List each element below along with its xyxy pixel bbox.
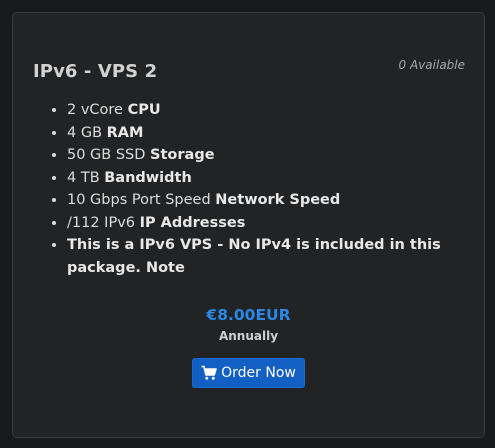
feature-value: 10 Gbps Port Speed bbox=[67, 192, 211, 208]
feature-label: IP Addresses bbox=[139, 214, 246, 231]
shopping-cart-icon bbox=[201, 365, 217, 381]
feature-label: CPU bbox=[127, 102, 161, 118]
feature-item-note: This is a IPv6 VPS - No IPv4 is included… bbox=[67, 234, 472, 279]
order-now-label: Order Now bbox=[221, 365, 296, 381]
feature-note: This is a IPv6 VPS - No IPv4 is included… bbox=[67, 237, 441, 276]
feature-value: 2 vCore bbox=[67, 102, 123, 118]
feature-value: /112 IPv6 bbox=[67, 214, 135, 231]
product-title: IPv6 - VPS 2 bbox=[33, 61, 158, 82]
feature-label: RAM bbox=[106, 124, 144, 141]
billing-cycle: Annually bbox=[218, 329, 279, 343]
feature-item: 4 GB RAM bbox=[67, 122, 472, 145]
feature-item: 4 TB Bandwidth bbox=[67, 167, 472, 190]
feature-value: 4 GB bbox=[67, 124, 103, 141]
feature-item: /112 IPv6 IP Addresses bbox=[67, 212, 472, 235]
feature-item: 50 GB SSD Storage bbox=[67, 144, 472, 167]
pricing: €8.00EUR Annually Order Now bbox=[13, 305, 484, 388]
feature-item: 2 vCore CPU bbox=[67, 99, 472, 122]
product-card: IPv6 - VPS 2 0 Available 2 vCore CPU 4 G… bbox=[12, 12, 485, 438]
feature-label: Network Speed bbox=[215, 192, 341, 208]
feature-label: Storage bbox=[150, 147, 215, 163]
availability-label: 0 Available bbox=[398, 58, 465, 72]
feature-value: 50 GB SSD bbox=[67, 147, 146, 163]
feature-value: 4 TB bbox=[67, 169, 100, 186]
price: €8.00EUR bbox=[206, 306, 291, 324]
feature-item: 10 Gbps Port Speed Network Speed bbox=[67, 189, 472, 212]
feature-list: 2 vCore CPU 4 GB RAM 50 GB SSD Storage 4… bbox=[47, 99, 472, 279]
order-now-button[interactable]: Order Now bbox=[192, 358, 305, 388]
feature-label: Bandwidth bbox=[104, 169, 192, 186]
